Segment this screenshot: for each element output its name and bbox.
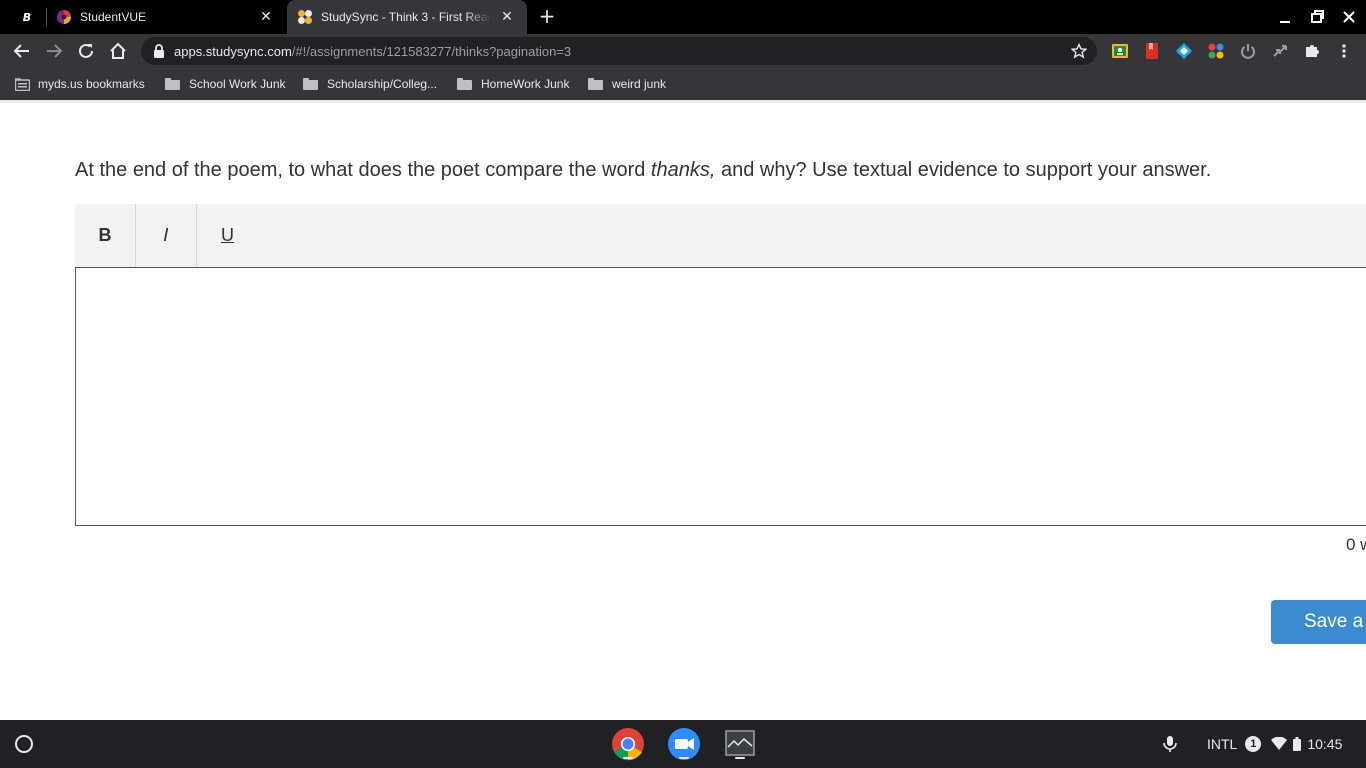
home-button[interactable] (106, 39, 130, 63)
bookmark-folder-weird[interactable]: weird junk (588, 76, 666, 92)
power-icon[interactable] (1240, 43, 1256, 59)
forward-arrow-icon (47, 44, 63, 58)
shelf-app-chrome[interactable] (611, 727, 645, 761)
folder-icon (165, 78, 180, 90)
bold-b-icon: B (22, 10, 32, 24)
battery-icon (1293, 737, 1302, 751)
wifi-icon (1271, 737, 1288, 750)
screen: B StudentVUE ✕ StudySync - Think 3 - Fir… (0, 0, 1366, 768)
home-icon (110, 42, 126, 59)
question-emphasis: thanks, (650, 159, 716, 181)
folder-icon (588, 78, 603, 90)
save-button[interactable]: Save a (1271, 600, 1366, 644)
italic-button[interactable]: I (136, 204, 197, 267)
system-monitor-icon (725, 730, 755, 756)
bookmark-label: School Work Junk (189, 77, 286, 91)
bookmark-folder-scholarship[interactable]: Scholarship/Colleg... (303, 76, 437, 92)
studentvue-logo-icon (57, 10, 71, 24)
underline-button[interactable]: U (197, 204, 258, 267)
address-bar[interactable]: apps.studysync.com/#!/assignments/121583… (141, 37, 1097, 65)
zoom-icon (668, 728, 700, 760)
browser-toolbar: apps.studysync.com/#!/assignments/121583… (0, 34, 1366, 68)
editor-toolbar: B I U (75, 204, 1366, 267)
folder-icon (457, 78, 472, 90)
close-window-icon[interactable] (1338, 6, 1360, 28)
bookmark-folder-school-work[interactable]: School Work Junk (165, 76, 286, 92)
back-button[interactable] (10, 39, 34, 63)
minimize-icon[interactable] (1274, 6, 1296, 28)
shelf-app-system-monitor[interactable] (723, 727, 757, 761)
kebab-menu-icon[interactable] (1336, 43, 1352, 59)
close-tab-icon[interactable]: ✕ (258, 9, 274, 25)
bookmark-label: myds.us bookmarks (38, 77, 145, 91)
clock: 10:45 (1307, 736, 1343, 752)
bookmark-folder-icon (15, 77, 30, 91)
tab-title: StudySync - Think 3 - First Read: Thanks (321, 10, 491, 24)
question-prompt: At the end of the poem, to what does the… (75, 159, 1212, 181)
answer-textarea[interactable] (75, 267, 1366, 526)
running-indicator (679, 757, 689, 759)
forward-button[interactable] (42, 39, 66, 63)
shelf-app-zoom[interactable] (667, 727, 701, 761)
blue-diamond-icon[interactable] (1176, 43, 1192, 59)
bookmark-folder-homework[interactable]: HomeWork Junk (457, 76, 569, 92)
red-bookmark-icon[interactable] (1144, 43, 1160, 59)
reload-icon (79, 43, 93, 58)
status-tray[interactable]: INTL 1 10:45 (1196, 732, 1360, 756)
back-arrow-icon (13, 44, 29, 58)
bookmark-star-icon[interactable] (1071, 43, 1087, 59)
word-count: 0 w (1346, 535, 1366, 554)
microphone-button[interactable] (1158, 732, 1182, 756)
input-method: INTL (1207, 736, 1238, 752)
bold-button[interactable]: B (75, 204, 136, 267)
url-text: apps.studysync.com/#!/assignments/121583… (174, 44, 572, 59)
tab-pinned[interactable]: B (8, 0, 46, 34)
running-indicator (735, 757, 745, 759)
studysync-logo-icon (298, 10, 312, 24)
tab-studentvue[interactable]: StudentVUE ✕ (46, 0, 286, 34)
multicolor-apps-icon[interactable] (1208, 43, 1224, 59)
bookmark-label: HomeWork Junk (481, 77, 570, 91)
close-tab-icon[interactable]: ✕ (499, 9, 515, 25)
bookmark-label: Scholarship/Colleg... (327, 77, 438, 91)
lock-icon (154, 44, 164, 58)
new-tab-button[interactable]: + (536, 5, 558, 27)
bookmark-label: weird junk (612, 77, 667, 91)
page-content: At the end of the poem, to what does the… (0, 100, 1366, 720)
os-shelf: INTL 1 10:45 (0, 720, 1366, 768)
running-indicator (623, 757, 633, 759)
launcher-icon[interactable] (12, 732, 36, 756)
microphone-icon (1163, 736, 1177, 752)
reload-button[interactable] (74, 39, 98, 63)
chrome-icon (612, 728, 644, 761)
puzzle-piece-icon[interactable] (1304, 43, 1320, 59)
notification-badge: 1 (1245, 736, 1262, 752)
bookmark-folder-myds[interactable]: myds.us bookmarks (15, 76, 145, 92)
tab-studysync[interactable]: StudySync - Think 3 - First Read: Thanks… (287, 0, 527, 34)
google-classroom-icon[interactable] (1112, 43, 1128, 59)
arrows-icon[interactable] (1272, 43, 1288, 59)
tab-title: StudentVUE (80, 10, 147, 24)
folder-icon (303, 78, 318, 90)
bookmarks-bar: myds.us bookmarks School Work Junk Schol… (0, 68, 1366, 100)
tab-strip: B StudentVUE ✕ StudySync - Think 3 - Fir… (0, 0, 1366, 34)
restore-icon[interactable] (1306, 6, 1328, 28)
